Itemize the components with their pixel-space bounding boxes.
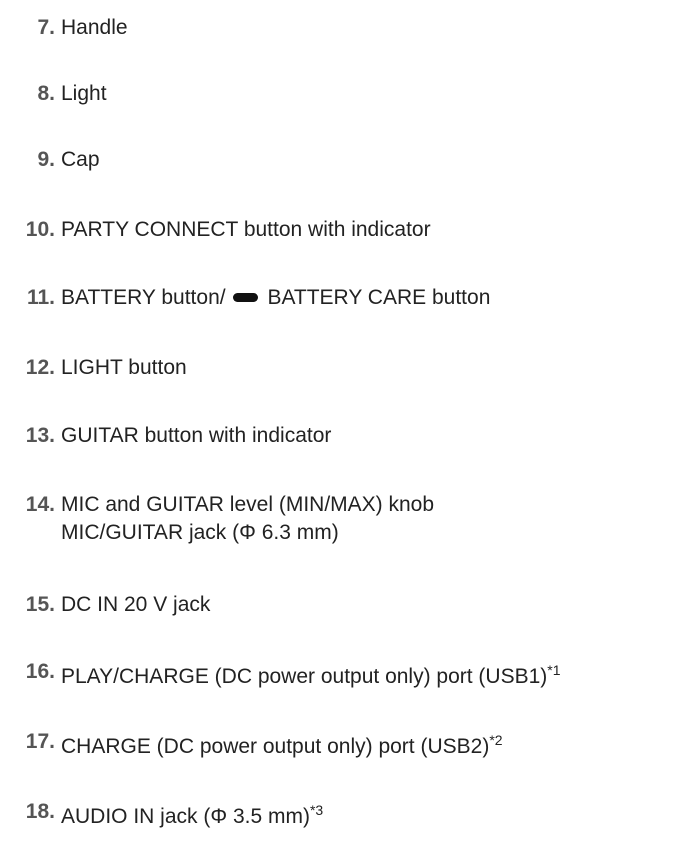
item-label: PLAY/CHARGE (DC power output only) port …	[61, 665, 548, 688]
item-label-before: BATTERY button/	[61, 286, 226, 309]
item-number: 8.	[37, 82, 55, 105]
item-label: DC IN 20 V jack	[61, 593, 211, 616]
item-label: Handle	[61, 16, 128, 39]
item-label-second-line: MIC/GUITAR jack (Φ 6.3 mm)	[61, 521, 339, 544]
item-label: AUDIO IN jack (Φ 3.5 mm)	[61, 805, 310, 828]
item-number: 9.	[37, 148, 55, 171]
footnote-marker: *1	[547, 662, 561, 678]
item-label-group: AUDIO IN jack (Φ 3.5 mm)*3	[61, 803, 323, 831]
item-number: 10.	[25, 218, 55, 241]
item-number: 17.	[25, 730, 55, 753]
item-number: 11.	[26, 286, 55, 309]
item-number: 15.	[25, 593, 55, 616]
item-label: Light	[61, 82, 107, 105]
item-label-group: MIC and GUITAR level (MIN/MAX) knob MIC/…	[61, 491, 434, 547]
footnote-marker: *3	[309, 802, 324, 818]
minus-bar-icon	[233, 292, 259, 302]
item-number: 13.	[25, 424, 55, 447]
item-number: 7.	[37, 16, 55, 39]
item-label: CHARGE (DC power output only) port (USB2…	[61, 735, 490, 758]
footnote-marker: *2	[489, 732, 503, 748]
item-label: Cap	[61, 148, 100, 171]
item-number: 12.	[25, 356, 55, 379]
item-label: GUITAR button with indicator	[61, 424, 332, 447]
item-label: PARTY CONNECT button with indicator	[61, 218, 431, 241]
item-number: 16.	[25, 660, 55, 683]
item-label-group: CHARGE (DC power output only) port (USB2…	[61, 733, 503, 761]
item-number: 14.	[25, 493, 55, 516]
item-label: LIGHT button	[61, 356, 187, 379]
item-number: 18.	[25, 800, 55, 823]
item-label: MIC and GUITAR level (MIN/MAX) knob	[61, 493, 435, 516]
item-label-after: BATTERY CARE button	[267, 286, 491, 309]
item-label-group: PLAY/CHARGE (DC power output only) port …	[61, 663, 561, 691]
item-label-group: BATTERY button/ BATTERY CARE button	[61, 284, 490, 312]
